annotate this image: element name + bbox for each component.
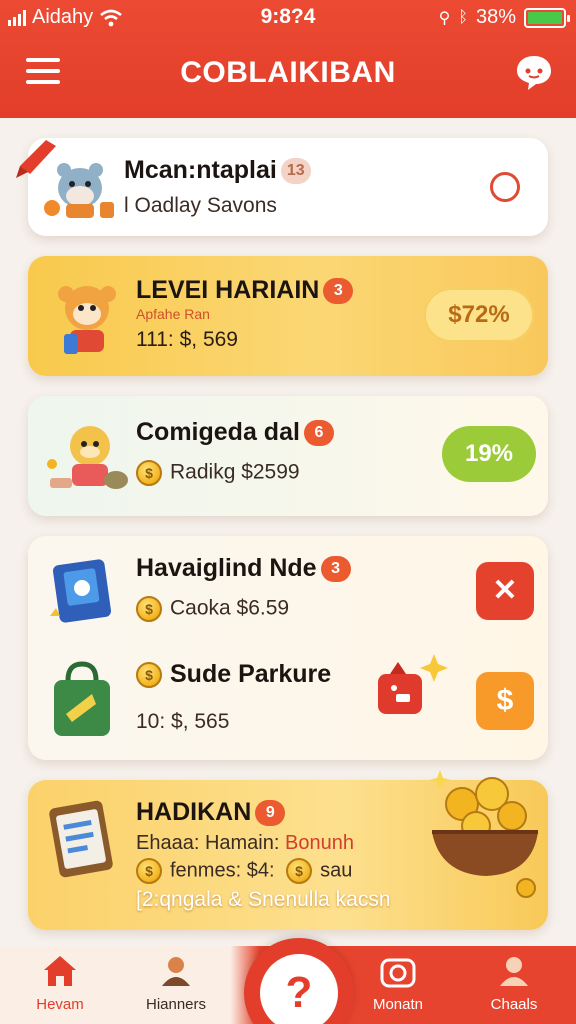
community-card[interactable]: Comigeda dal 6 $ Radikg $2599 19% xyxy=(28,396,548,516)
shopping-card: Havaiglind Nde 3 $ Caoka $6.59 ✕ $ Sude Par… xyxy=(28,536,548,760)
chat-icon[interactable] xyxy=(514,52,554,92)
card-subtitle: $ Caoka $6.59 xyxy=(136,596,289,622)
monkey-mascot-icon xyxy=(58,286,116,354)
profile-card[interactable]: Mcan:ntaplai 13 l Oadlay Savons xyxy=(16,138,548,236)
checklist-icon xyxy=(49,800,113,878)
profile-icon xyxy=(500,957,528,986)
count-badge: 6 xyxy=(303,420,334,447)
status-bar: Aidahy 9:8?4 ⚲ ᛒ 38% xyxy=(0,0,576,34)
coin-icon: $ xyxy=(136,460,162,486)
coin-icon: $ xyxy=(136,596,162,622)
coin-icon: $ xyxy=(136,858,162,884)
book-icon xyxy=(50,559,112,623)
home-icon xyxy=(44,956,76,986)
count-badge: 3 xyxy=(320,556,351,583)
card-subtitle: 111: $, 569 xyxy=(136,328,238,351)
percent-pill[interactable]: 19% xyxy=(442,426,536,482)
page-title: COBLAIKIBAN xyxy=(180,56,396,89)
nav-label: Hevam xyxy=(36,996,84,1013)
camera-icon xyxy=(380,958,416,988)
count-badge: 3 xyxy=(323,278,354,305)
count-badge: 9 xyxy=(255,800,286,827)
battery-icon xyxy=(524,7,570,28)
card-title: $ Sude Parkure xyxy=(136,660,331,689)
nav-label: Chaals xyxy=(490,996,538,1013)
coin-icon: $ xyxy=(286,858,313,884)
card-subtitle: l Oadlay Savons xyxy=(124,194,277,217)
card-title: Havaiglind Nde 3 xyxy=(136,554,351,583)
help-icon: ? xyxy=(260,954,338,1024)
coin-icon: $ xyxy=(136,662,162,689)
nav-item-people[interactable]: Hianners xyxy=(126,954,226,1013)
card-subtitle: 10: $, 565 xyxy=(136,710,230,733)
share-button[interactable]: ✕ xyxy=(476,562,534,620)
battery-percent: 38% xyxy=(475,6,516,28)
shopping-bag-icon xyxy=(54,661,110,736)
dollar-button[interactable]: $ xyxy=(476,672,534,730)
card-title: LEVEI HARIAIN 3 xyxy=(136,276,354,305)
person-icon xyxy=(162,957,190,986)
count-badge: 13 xyxy=(280,158,311,185)
radio-icon[interactable] xyxy=(490,172,520,202)
location-icon: ⚲ xyxy=(438,9,451,27)
nav-item-home[interactable]: Hevam xyxy=(10,954,110,1013)
status-right: ⚲ ᛒ 38% xyxy=(438,6,570,29)
card-line-1: Ehaaa: Hamain: Bonunh xyxy=(136,832,354,854)
card-line-2: $ fenmes: $4: $ sau xyxy=(136,858,352,884)
app-header: Aidahy 9:8?4 ⚲ ᛒ 38% COBLAIKIBAN xyxy=(0,0,576,118)
nav-label: Monatn xyxy=(372,996,424,1013)
bluetooth-icon: ᛒ xyxy=(458,8,468,26)
card-title: Mcan:ntaplai 13 xyxy=(124,156,311,185)
card-title: Comigeda dal 6 xyxy=(136,418,334,447)
card-caption: Apfahe Ran xyxy=(136,306,210,322)
level-card[interactable]: LEVEI HARIAIN 3 Apfahe Ran 111: $, 569 $7… xyxy=(28,256,548,376)
bee-mascot-icon xyxy=(47,426,128,489)
nav-label: Hianners xyxy=(145,996,207,1013)
percent-pill[interactable]: $72% xyxy=(424,288,534,342)
rewards-card[interactable]: HADIKAN 9 Ehaaa: Hamain: Bonunh $ fenmes: … xyxy=(28,770,548,930)
nav-item-camera[interactable]: Monatn xyxy=(348,954,448,1013)
card-subtitle: $ Radikg $2599 xyxy=(136,460,300,486)
nav-item-profile[interactable]: Chaals xyxy=(464,954,564,1013)
gift-mascot-icon xyxy=(378,654,448,714)
card-title: HADIKAN 9 xyxy=(136,798,286,827)
hippo-mascot-icon xyxy=(44,163,114,218)
coin-bowl-icon xyxy=(429,770,538,898)
card-line-3: [2:qngala & Snenulla kacsn xyxy=(136,888,391,911)
